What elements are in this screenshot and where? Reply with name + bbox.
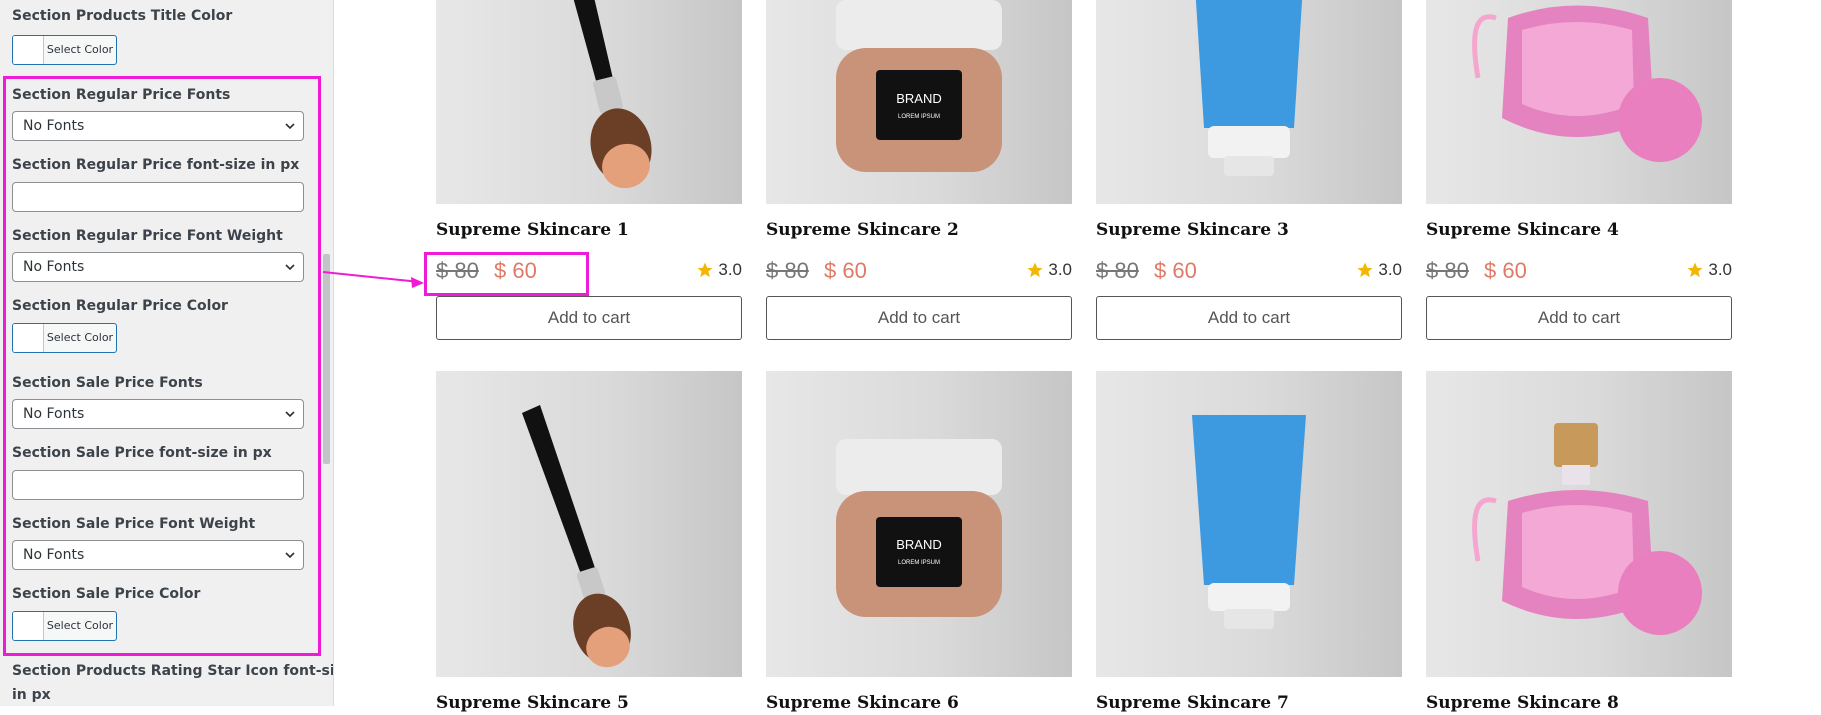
add-to-cart-button[interactable]: Add to cart bbox=[1426, 296, 1732, 340]
sale-price-weight-select[interactable]: No Fonts bbox=[12, 540, 304, 570]
rating-value: 3.0 bbox=[718, 260, 742, 279]
jar-sub-text: LOREM IPSUM bbox=[898, 560, 940, 566]
select-color-label: Select Color bbox=[46, 619, 114, 632]
cream-jar-icon: BRAND LOREM IPSUM bbox=[836, 0, 1002, 172]
regular-price-color-picker-button[interactable]: Select Color bbox=[12, 323, 117, 353]
product-title[interactable]: Supreme Skincare 2 bbox=[766, 218, 1072, 242]
jar-brand-text: BRAND bbox=[896, 91, 942, 106]
product-card: BRAND LOREM IPSUM Supreme Skincare 6 bbox=[766, 371, 1072, 715]
select-value: No Fonts bbox=[23, 406, 85, 422]
settings-panel: Section Products Title Color Select Colo… bbox=[0, 0, 334, 706]
highlight-price-box bbox=[424, 252, 589, 296]
product-image[interactable] bbox=[1096, 371, 1402, 677]
perfume-icon bbox=[1472, 423, 1702, 635]
regular-price-fonts-label: Section Regular Price Fonts bbox=[12, 87, 231, 103]
product-title[interactable]: Supreme Skincare 6 bbox=[766, 691, 1072, 715]
regular-price: $ 80 bbox=[766, 258, 809, 283]
rating-value: 3.0 bbox=[1708, 260, 1732, 279]
product-card: Supreme Skincare 3 $ 80 $ 60 3.0 Add to … bbox=[1096, 0, 1402, 340]
makeup-brush-icon bbox=[573, 0, 652, 189]
title-color-label: Section Products Title Color bbox=[12, 8, 233, 24]
star-icon bbox=[697, 262, 713, 278]
select-color-label: Select Color bbox=[46, 43, 114, 56]
regular-price-fonts-select[interactable]: No Fonts bbox=[12, 111, 304, 141]
product-image[interactable] bbox=[1426, 371, 1732, 677]
price-row: $ 80 $ 60 3.0 bbox=[1426, 256, 1732, 286]
chevron-down-icon bbox=[285, 123, 295, 130]
product-card: BRAND LOREM IPSUM Supreme Skincare 2 $ 8… bbox=[766, 0, 1072, 340]
color-swatch bbox=[13, 612, 44, 640]
perfume-icon bbox=[1472, 5, 1702, 162]
sale-price-color-label: Section Sale Price Color bbox=[12, 586, 201, 602]
chevron-down-icon bbox=[285, 264, 295, 271]
rating-value: 3.0 bbox=[1378, 260, 1402, 279]
product-title[interactable]: Supreme Skincare 7 bbox=[1096, 691, 1402, 715]
product-image[interactable]: BRAND LOREM IPSUM bbox=[766, 0, 1072, 204]
regular-price-size-input[interactable] bbox=[12, 182, 304, 212]
star-icon bbox=[1357, 262, 1373, 278]
rating: 3.0 bbox=[1686, 260, 1732, 280]
product-image[interactable] bbox=[1426, 0, 1732, 204]
product-image[interactable] bbox=[1096, 0, 1402, 204]
rating: 3.0 bbox=[1026, 260, 1072, 280]
product-title[interactable]: Supreme Skincare 1 bbox=[436, 218, 742, 242]
regular-price: $ 80 bbox=[1426, 258, 1469, 283]
product-card: Supreme Skincare 7 bbox=[1096, 371, 1402, 715]
product-title[interactable]: Supreme Skincare 4 bbox=[1426, 218, 1732, 242]
jar-brand-text: BRAND bbox=[896, 537, 942, 552]
panel-scrollbar[interactable] bbox=[323, 254, 330, 464]
sale-price-fonts-select[interactable]: No Fonts bbox=[12, 399, 304, 429]
tube-icon bbox=[1192, 415, 1306, 629]
regular-price: $ 80 bbox=[1096, 258, 1139, 283]
price-row: $ 80 $ 60 3.0 bbox=[766, 256, 1072, 286]
regular-price-color-label: Section Regular Price Color bbox=[12, 298, 228, 314]
star-icon bbox=[1027, 262, 1043, 278]
color-swatch bbox=[13, 324, 44, 352]
regular-price-weight-label: Section Regular Price Font Weight bbox=[12, 228, 283, 244]
cream-jar-icon: BRAND LOREM IPSUM bbox=[836, 439, 1002, 617]
chevron-down-icon bbox=[285, 552, 295, 559]
sale-price-fonts-label: Section Sale Price Fonts bbox=[12, 375, 203, 391]
rating: 3.0 bbox=[1356, 260, 1402, 280]
select-value: No Fonts bbox=[23, 259, 85, 275]
product-card: Supreme Skincare 5 bbox=[436, 371, 742, 715]
product-title[interactable]: Supreme Skincare 5 bbox=[436, 691, 742, 715]
rating: 3.0 bbox=[696, 260, 742, 280]
sale-price-weight-label: Section Sale Price Font Weight bbox=[12, 516, 256, 532]
sale-price: $ 60 bbox=[824, 258, 867, 283]
product-card: Supreme Skincare 4 $ 80 $ 60 3.0 Add to … bbox=[1426, 0, 1732, 340]
add-to-cart-button[interactable]: Add to cart bbox=[1096, 296, 1402, 340]
rating-star-size-label-cont: in px bbox=[12, 687, 51, 703]
star-icon bbox=[1687, 262, 1703, 278]
sale-price: $ 60 bbox=[1154, 258, 1197, 283]
product-image[interactable] bbox=[436, 371, 742, 677]
rating-star-size-label: Section Products Rating Star Icon font-s… bbox=[12, 663, 334, 679]
regular-price-weight-select[interactable]: No Fonts bbox=[12, 252, 304, 282]
add-to-cart-button[interactable]: Add to cart bbox=[766, 296, 1072, 340]
rating-value: 3.0 bbox=[1048, 260, 1072, 279]
add-to-cart-button[interactable]: Add to cart bbox=[436, 296, 742, 340]
select-color-label: Select Color bbox=[46, 331, 114, 344]
product-image[interactable]: BRAND LOREM IPSUM bbox=[766, 371, 1072, 677]
sale-price-color-picker-button[interactable]: Select Color bbox=[12, 611, 117, 641]
price-row: $ 80 $ 60 3.0 bbox=[1096, 256, 1402, 286]
product-title[interactable]: Supreme Skincare 3 bbox=[1096, 218, 1402, 242]
select-value: No Fonts bbox=[23, 118, 85, 134]
chevron-down-icon bbox=[285, 411, 295, 418]
title-color-picker-button[interactable]: Select Color bbox=[12, 35, 117, 65]
sale-price-size-label: Section Sale Price font-size in px bbox=[12, 445, 272, 461]
sale-price: $ 60 bbox=[1484, 258, 1527, 283]
sale-price-size-input[interactable] bbox=[12, 470, 304, 500]
tube-icon bbox=[1195, 0, 1303, 176]
product-image[interactable] bbox=[436, 0, 742, 204]
product-card: Supreme Skincare 8 bbox=[1426, 371, 1732, 715]
regular-price-size-label: Section Regular Price font-size in px bbox=[12, 157, 300, 173]
jar-sub-text: LOREM IPSUM bbox=[898, 114, 940, 120]
product-title[interactable]: Supreme Skincare 8 bbox=[1426, 691, 1732, 715]
color-swatch bbox=[13, 36, 44, 64]
makeup-brush-icon bbox=[522, 405, 631, 668]
select-value: No Fonts bbox=[23, 547, 85, 563]
